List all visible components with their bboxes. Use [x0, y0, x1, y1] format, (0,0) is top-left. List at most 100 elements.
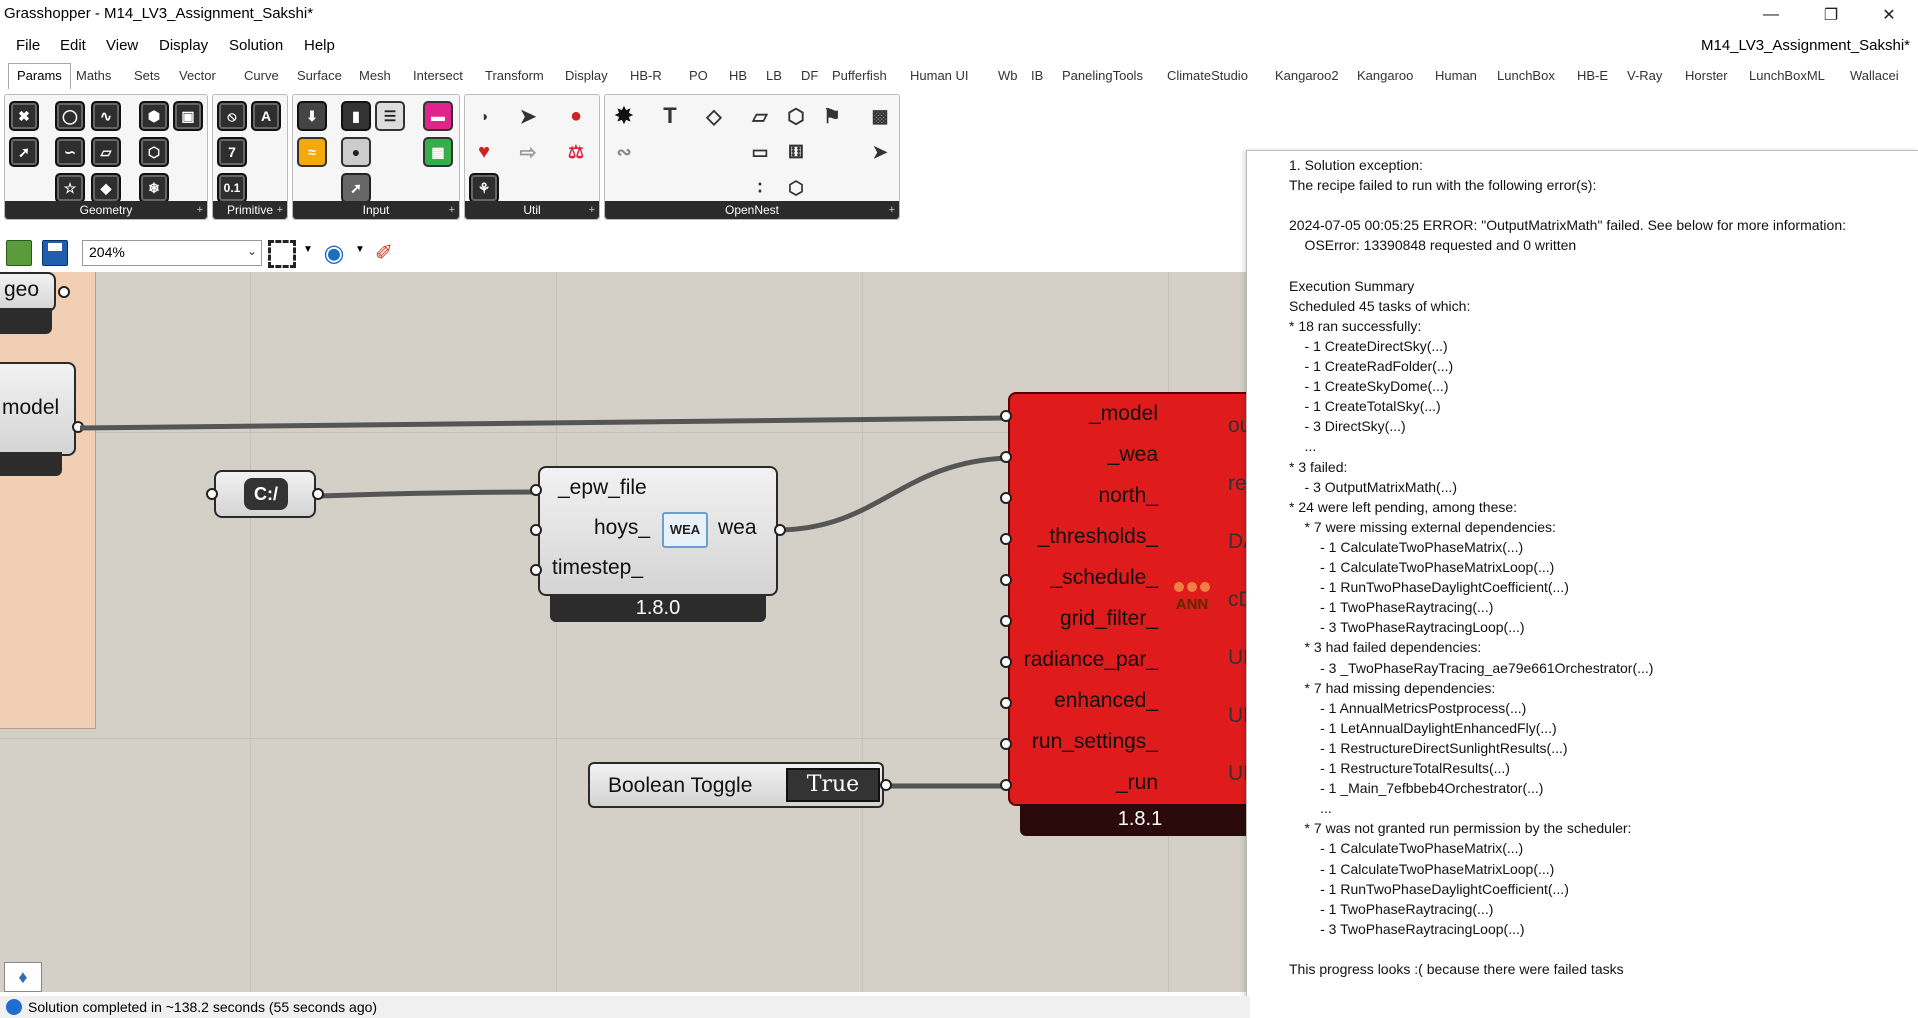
tab-lb[interactable]: LB [766, 68, 782, 83]
canvas[interactable]: geo model C:/ _epw_file hoys_ timestep_ … [0, 272, 1250, 992]
tab-horster[interactable]: Horster [1685, 68, 1728, 83]
tab-transform[interactable]: Transform [485, 68, 544, 83]
arc-param-icon[interactable]: ∿ [91, 101, 121, 131]
signal-icon[interactable]: ∾ [609, 137, 639, 167]
text-param-icon[interactable]: A [251, 101, 281, 131]
tab-lunchboxml[interactable]: LunchBoxML [1749, 68, 1825, 83]
tab-display[interactable]: Display [565, 68, 608, 83]
red-input-port[interactable] [1000, 533, 1012, 545]
tab-hb-r[interactable]: HB-R [630, 68, 662, 83]
tab-vector[interactable]: Vector [179, 68, 216, 83]
dice-icon[interactable]: ⚅ [781, 137, 811, 167]
toggle-output-port[interactable] [880, 779, 892, 791]
tab-maths[interactable]: Maths [76, 68, 111, 83]
button-input-icon[interactable]: ▮ [341, 101, 371, 131]
nest-icon[interactable]: ✸ [609, 101, 639, 131]
menu-help[interactable]: Help [304, 37, 335, 54]
field-param-icon[interactable]: ❄ [139, 173, 169, 203]
circle-param-icon[interactable]: ◯ [55, 101, 85, 131]
tab-kangaroo2[interactable]: Kangaroo2 [1275, 68, 1339, 83]
geometry-param-icon[interactable]: ✖ [9, 101, 39, 131]
slider-input-icon[interactable]: ➚ [341, 173, 371, 203]
tab-wallacei[interactable]: Wallacei [1850, 68, 1899, 83]
tab-po[interactable]: PO [689, 68, 708, 83]
tab-climatestudio[interactable]: ClimateStudio [1167, 68, 1248, 83]
red-input-port[interactable] [1000, 410, 1012, 422]
gradient-icon[interactable]: ● [341, 137, 371, 167]
tab-hb[interactable]: HB [729, 68, 747, 83]
menu-file[interactable]: File [16, 37, 40, 54]
tab-params[interactable]: Params [8, 63, 71, 89]
zoom-extents-dropdown-icon[interactable]: ▼ [303, 244, 313, 255]
data-input-icon[interactable]: ⬇ [297, 101, 327, 131]
wea-component[interactable]: _epw_file hoys_ timestep_ WEA wea [538, 466, 778, 596]
tab-human-ui[interactable]: Human UI [910, 68, 969, 83]
graph-mapper-icon[interactable]: ≈ [297, 137, 327, 167]
boolean-param-icon[interactable]: ⦸ [217, 101, 247, 131]
plate-icon[interactable]: ▱ [745, 101, 775, 131]
surface-param-icon[interactable]: ▱ [91, 137, 121, 167]
sketch-pen-icon[interactable]: ✐ [370, 240, 398, 266]
shapes-icon[interactable]: ▭ [745, 137, 775, 167]
wea-port-timestep[interactable] [530, 564, 542, 576]
tab-human[interactable]: Human [1435, 68, 1477, 83]
red-input-port[interactable] [1000, 574, 1012, 586]
mesh-param-icon[interactable]: ⬡ [139, 137, 169, 167]
boolean-toggle[interactable]: Boolean Toggle True [588, 762, 884, 808]
hollow-arrow-icon[interactable]: ⇨ [513, 137, 543, 167]
tab-kangaroo[interactable]: Kangaroo [1357, 68, 1413, 83]
preview-eye-icon[interactable]: ◉ [318, 240, 350, 267]
zoom-extents-icon[interactable] [268, 240, 296, 268]
box-param-icon[interactable]: ⬢ [139, 101, 169, 131]
fruit-icon[interactable]: ● [561, 101, 591, 131]
circles-icon[interactable]: ∶ [745, 173, 775, 203]
file-path-component[interactable]: C:/ [214, 470, 316, 518]
menu-solution[interactable]: Solution [229, 37, 283, 54]
red-input-port[interactable] [1000, 656, 1012, 668]
colour-swatch-icon[interactable]: ▬ [423, 101, 453, 131]
save-file-icon[interactable] [42, 240, 68, 266]
cube-icon[interactable]: ⬡ [781, 101, 811, 131]
red-input-port[interactable] [1000, 738, 1012, 750]
cat-icon[interactable]: ⚑ [817, 101, 847, 131]
menu-display[interactable]: Display [159, 37, 208, 54]
tab-sets[interactable]: Sets [134, 68, 160, 83]
tree-icon[interactable]: ⚘ [469, 173, 499, 203]
tab-df[interactable]: DF [801, 68, 818, 83]
wea-port-hoys[interactable] [530, 524, 542, 536]
close-button[interactable]: ✕ [1866, 0, 1912, 30]
minimize-button[interactable]: — [1748, 0, 1794, 30]
tab-intersect[interactable]: Intersect [413, 68, 463, 83]
open-file-icon[interactable] [6, 240, 32, 266]
tab-lunchbox[interactable]: LunchBox [1497, 68, 1555, 83]
tab-pufferfish[interactable]: Pufferfish [832, 68, 887, 83]
glasses-icon[interactable]: ◑ [469, 101, 499, 131]
menu-edit[interactable]: Edit [60, 37, 86, 54]
path-input-port[interactable] [206, 488, 218, 500]
curve-param-icon[interactable]: ∽ [55, 137, 85, 167]
nest-sheet-icon[interactable]: ▩ [865, 101, 895, 131]
red-input-port[interactable] [1000, 451, 1012, 463]
value-list-icon[interactable]: ☰ [375, 101, 405, 131]
line-param-icon[interactable]: ☆ [55, 173, 85, 203]
plane-param-icon[interactable]: ◆ [91, 173, 121, 203]
relay-arrow-icon[interactable]: ➤ [513, 101, 543, 131]
tab-panelingtools[interactable]: PanelingTools [1062, 68, 1143, 83]
red-input-port[interactable] [1000, 492, 1012, 504]
tab-v-ray[interactable]: V-Ray [1627, 68, 1662, 83]
red-input-port[interactable] [1000, 779, 1012, 791]
toggle-value[interactable]: True [786, 768, 880, 802]
tab-ib[interactable]: IB [1031, 68, 1043, 83]
tab-hb-e[interactable]: HB-E [1577, 68, 1608, 83]
vector-param-icon[interactable]: ➚ [9, 137, 39, 167]
path-output-port[interactable] [312, 488, 324, 500]
zoom-dropdown[interactable]: 204% ⌄ [82, 240, 262, 266]
tab-mesh[interactable]: Mesh [359, 68, 391, 83]
red-input-port[interactable] [1000, 615, 1012, 627]
red-input-port[interactable] [1000, 697, 1012, 709]
tab-wb[interactable]: Wb [998, 68, 1018, 83]
number-param-icon[interactable]: 0.1 [217, 173, 247, 203]
hexagon-icon[interactable]: ⬡ [781, 173, 811, 203]
tab-surface[interactable]: Surface [297, 68, 342, 83]
preview-dropdown-icon[interactable]: ▼ [355, 244, 365, 255]
